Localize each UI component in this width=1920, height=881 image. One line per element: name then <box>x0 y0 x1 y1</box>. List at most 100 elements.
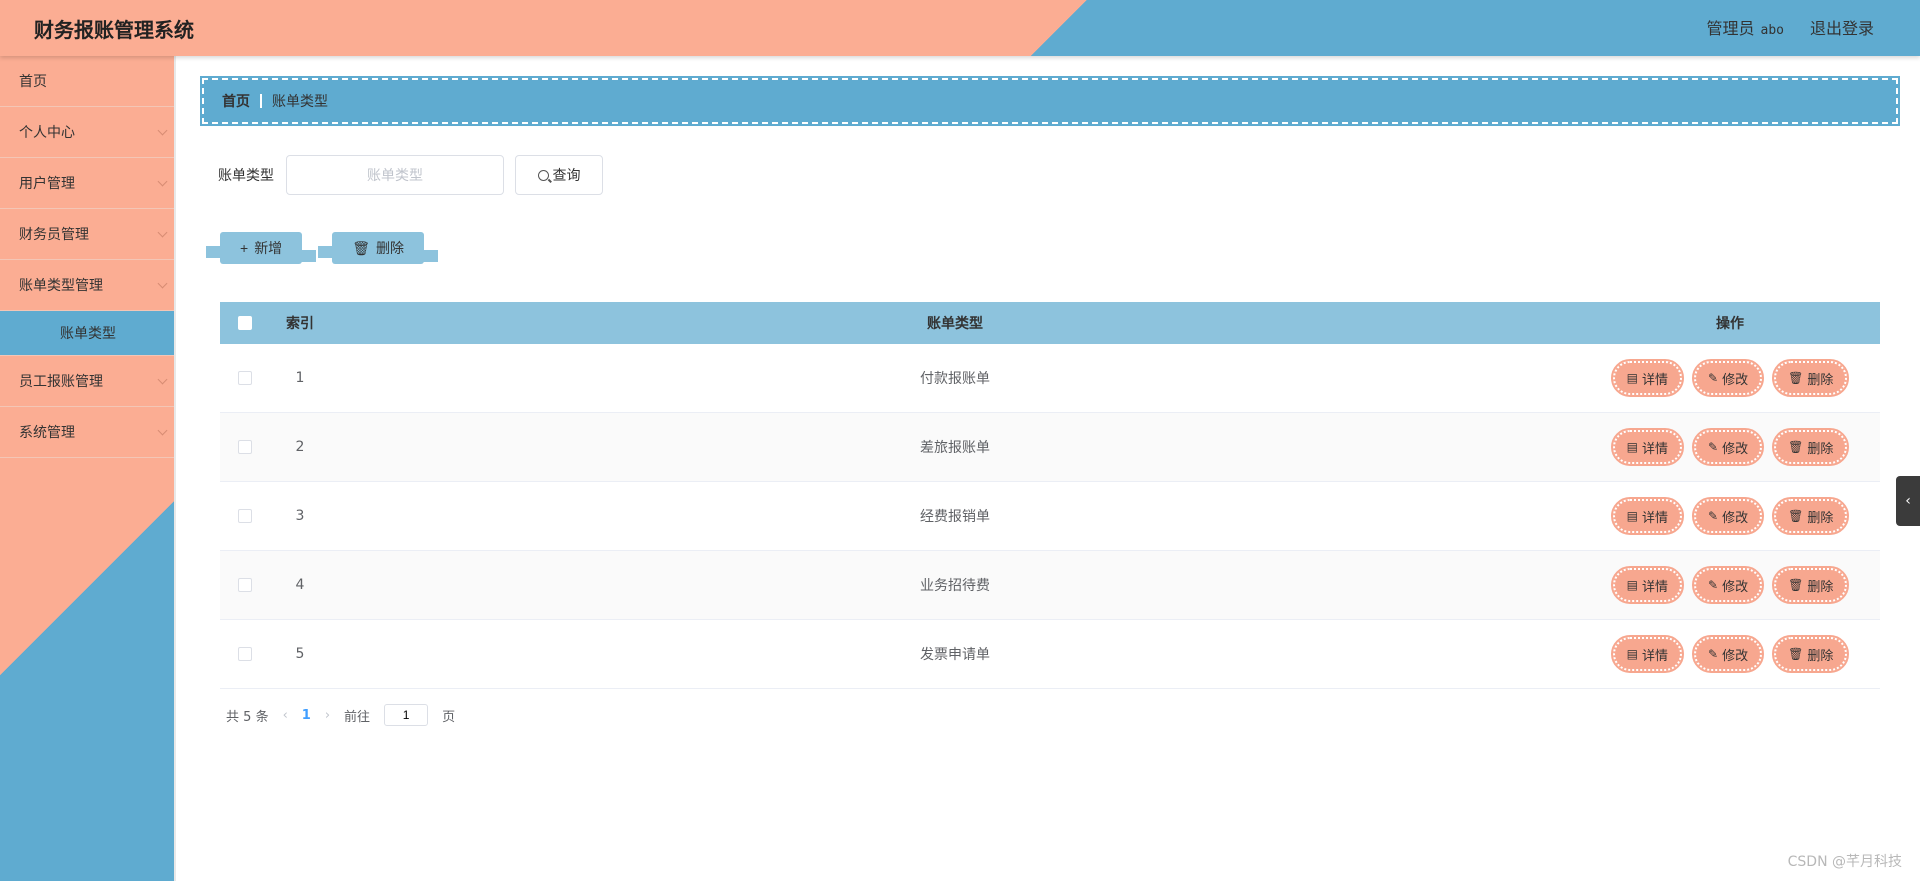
search-label: 账单类型 <box>218 168 274 184</box>
trash-icon: 🗑 <box>1788 371 1804 385</box>
next-page-icon[interactable]: › <box>325 708 330 723</box>
pagination: 共 5 条 ‹ 1 › 前往 页 <box>226 704 455 726</box>
row-bill-type: 付款报账单 <box>920 371 990 387</box>
row-checkbox[interactable] <box>238 647 252 661</box>
chevron-down-icon <box>157 227 168 238</box>
table-row: 3 经费报销单 ▤ 详情 ✎ 修改 🗑 删除 <box>220 482 1880 551</box>
delete-button[interactable]: 🗑 删除 <box>1772 497 1850 535</box>
page-number[interactable]: 1 <box>302 708 311 723</box>
pencil-icon: ✎ <box>1708 509 1719 523</box>
edit-label: 修改 <box>1722 647 1749 663</box>
pencil-icon: ✎ <box>1708 440 1719 454</box>
total-count: 5 <box>243 709 252 725</box>
action-row: + 新增 🗑 删除 <box>205 232 438 264</box>
trash-icon: 🗑 <box>1788 509 1804 523</box>
row-bill-type: 业务招待费 <box>920 578 990 594</box>
detail-label: 详情 <box>1642 509 1669 525</box>
chevron-down-icon <box>157 374 168 385</box>
table-row: 5 发票申请单 ▤ 详情 ✎ 修改 🗑 删除 <box>220 620 1880 689</box>
row-checkbox[interactable] <box>238 578 252 592</box>
detail-button[interactable]: ▤ 详情 <box>1610 566 1685 604</box>
row-index: 2 <box>295 439 305 455</box>
row-operations: ▤ 详情 ✎ 修改 🗑 删除 <box>1580 428 1880 466</box>
delete-label: 删除 <box>1807 509 1834 525</box>
pencil-icon: ✎ <box>1708 578 1719 592</box>
sidebar-item-employee-reimbursement[interactable]: 员工报账管理 <box>0 356 174 407</box>
sidebar-item-label: 账单类型管理 <box>19 278 103 294</box>
row-checkbox[interactable] <box>238 371 252 385</box>
batch-delete-button[interactable]: 🗑 删除 <box>318 232 438 264</box>
delete-button[interactable]: 🗑 删除 <box>1772 566 1850 604</box>
sidebar-item-home[interactable]: 首页 <box>0 56 174 107</box>
document-icon: ▤ <box>1626 647 1638 661</box>
query-button[interactable]: 查询 <box>515 155 603 195</box>
query-button-label: 查询 <box>552 167 581 183</box>
breadcrumb-separator <box>260 94 262 108</box>
row-checkbox[interactable] <box>238 509 252 523</box>
pencil-icon: ✎ <box>1708 647 1719 661</box>
edit-button[interactable]: ✎ 修改 <box>1692 497 1765 535</box>
goto-label: 前往 <box>344 709 371 725</box>
trash-icon: 🗑 <box>1788 440 1804 454</box>
detail-button[interactable]: ▤ 详情 <box>1610 359 1685 397</box>
edit-label: 修改 <box>1722 440 1749 456</box>
sidebar-item-label: 员工报账管理 <box>19 374 103 390</box>
edit-button[interactable]: ✎ 修改 <box>1692 428 1765 466</box>
sidebar-item-personal-center[interactable]: 个人中心 <box>0 107 174 158</box>
goto-page-input[interactable] <box>384 704 429 726</box>
row-index: 5 <box>295 646 305 662</box>
detail-label: 详情 <box>1642 647 1669 663</box>
row-operations: ▤ 详情 ✎ 修改 🗑 删除 <box>1580 566 1880 604</box>
trash-icon: 🗑 <box>1788 647 1804 661</box>
detail-label: 详情 <box>1642 578 1669 594</box>
table-row: 4 业务招待费 ▤ 详情 ✎ 修改 🗑 删除 <box>220 551 1880 620</box>
sidebar-item-finance-staff[interactable]: 财务员管理 <box>0 209 174 260</box>
delete-button[interactable]: 🗑 删除 <box>1772 359 1850 397</box>
search-icon <box>537 169 549 181</box>
pagination-total: 共 5 条 <box>226 706 269 725</box>
delete-button[interactable]: 🗑 删除 <box>1772 428 1850 466</box>
sidebar-item-label: 财务员管理 <box>19 227 89 243</box>
document-icon: ▤ <box>1626 578 1638 592</box>
sidebar-item-label: 首页 <box>19 74 47 90</box>
prev-page-icon[interactable]: ‹ <box>283 708 288 723</box>
user-role: 管理员 <box>1706 19 1755 38</box>
search-row: 账单类型 查询 <box>218 155 603 195</box>
user-name: abo <box>1760 23 1784 38</box>
edit-button[interactable]: ✎ 修改 <box>1692 359 1765 397</box>
detail-button[interactable]: ▤ 详情 <box>1610 428 1685 466</box>
sidebar-item-system-management[interactable]: 系统管理 <box>0 407 174 458</box>
header-index: 索引 <box>286 316 314 332</box>
edit-button[interactable]: ✎ 修改 <box>1692 635 1765 673</box>
row-bill-type: 经费报销单 <box>920 509 990 525</box>
table-row: 1 付款报账单 ▤ 详情 ✎ 修改 🗑 删除 <box>220 344 1880 413</box>
pencil-icon: ✎ <box>1708 371 1719 385</box>
edit-button[interactable]: ✎ 修改 <box>1692 566 1765 604</box>
add-button[interactable]: + 新增 <box>205 232 317 264</box>
chevron-down-icon <box>157 278 168 289</box>
total-suffix: 条 <box>255 709 269 725</box>
sidebar-item-user-management[interactable]: 用户管理 <box>0 158 174 209</box>
delete-button[interactable]: 🗑 删除 <box>1772 635 1850 673</box>
detail-button[interactable]: ▤ 详情 <box>1610 635 1685 673</box>
sidebar-item-bill-type-management[interactable]: 账单类型管理 <box>0 260 174 311</box>
table-row: 2 差旅报账单 ▤ 详情 ✎ 修改 🗑 删除 <box>220 413 1880 482</box>
logout-button[interactable]: 退出登录 <box>1810 15 1874 39</box>
sidebar-subitem-bill-type[interactable]: 账单类型 <box>0 311 174 356</box>
main-content: 首页 账单类型 账单类型 查询 + 新增 🗑 删除 索引 账单类型 操作 1 付 <box>178 56 1920 881</box>
delete-label: 删除 <box>1807 647 1834 663</box>
breadcrumb-home[interactable]: 首页 <box>222 91 250 111</box>
edit-label: 修改 <box>1722 371 1749 387</box>
detail-button[interactable]: ▤ 详情 <box>1610 497 1685 535</box>
document-icon: ▤ <box>1626 440 1638 454</box>
page-suffix: 页 <box>442 709 456 725</box>
search-input[interactable] <box>286 155 504 195</box>
trash-icon: 🗑 <box>352 239 370 256</box>
user-info: 管理员 abo <box>1706 15 1784 39</box>
collapse-handle-icon[interactable]: ‹ <box>1896 476 1920 526</box>
row-index: 1 <box>295 370 305 386</box>
row-index: 3 <box>295 508 305 524</box>
select-all-checkbox[interactable] <box>238 316 252 330</box>
row-checkbox[interactable] <box>238 440 252 454</box>
row-index: 4 <box>295 577 305 593</box>
